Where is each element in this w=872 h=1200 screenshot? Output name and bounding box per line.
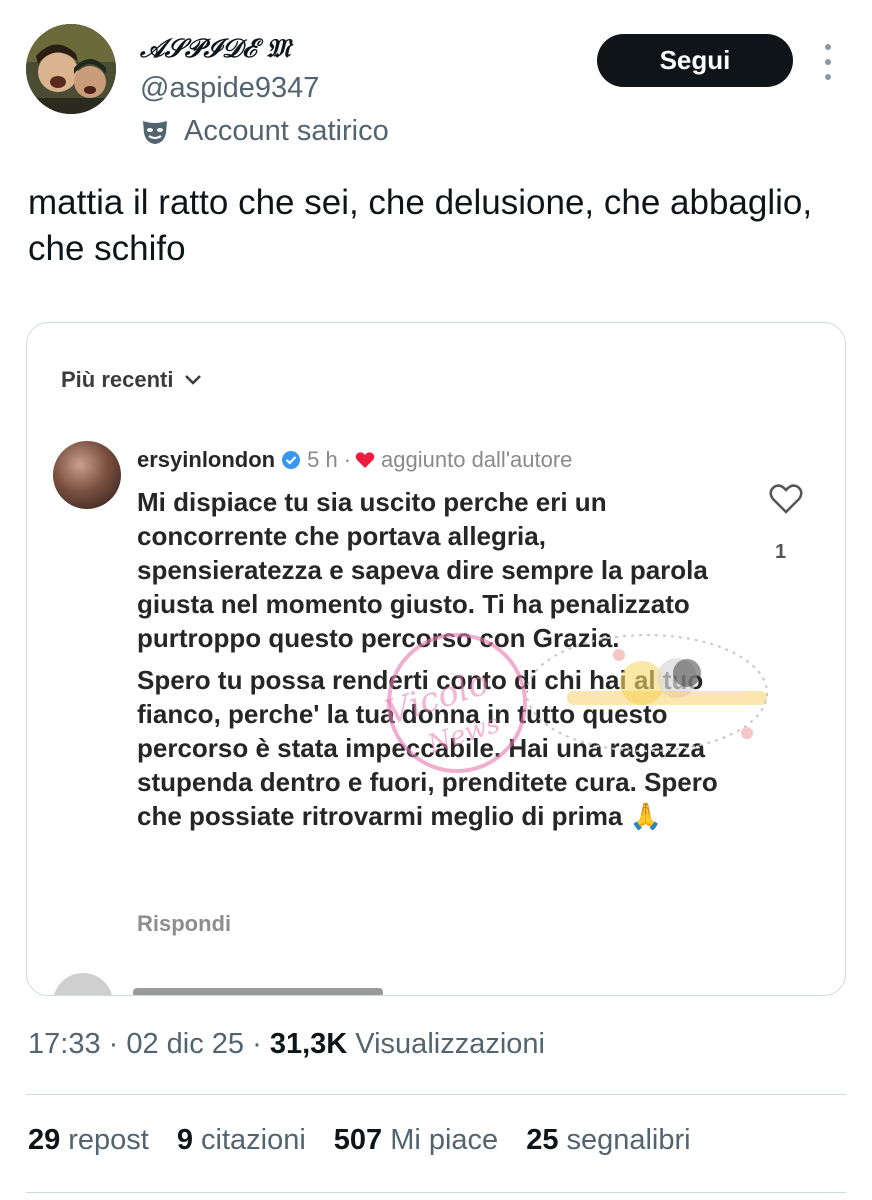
divider bbox=[26, 1094, 846, 1095]
commenter-avatar bbox=[53, 441, 121, 509]
tweet-media-image[interactable]: Più recenti ersyinlondon 5 h · aggiunto … bbox=[26, 322, 846, 996]
divider bbox=[26, 1192, 846, 1193]
tweet-metadata: 17:33 · 02 dic 25 · 31,3K Visualizzazion… bbox=[28, 1028, 545, 1061]
meta-separator: · bbox=[244, 1028, 270, 1060]
satire-account-badge: Account satirico bbox=[140, 115, 389, 148]
comment-separator: · bbox=[343, 447, 352, 472]
comment-paragraph-2: Spero tu possa renderti conto di chi hai… bbox=[137, 665, 718, 831]
reposts-label: repost bbox=[68, 1124, 149, 1156]
badge-label: Account satirico bbox=[184, 115, 389, 147]
engagement-stats: 29 repost 9 citazioni 507 Mi piace 25 segnal… bbox=[28, 1124, 691, 1157]
tweet-date[interactable]: 02 dic 25 bbox=[126, 1028, 244, 1060]
author-handle[interactable]: @aspide9347 bbox=[140, 72, 319, 105]
heart-outline-icon bbox=[769, 484, 803, 514]
quotes-count: 9 bbox=[176, 1124, 194, 1156]
comment-meta: ersyinlondon 5 h · aggiunto dall'autore bbox=[137, 447, 572, 473]
likes-label: Mi piace bbox=[390, 1124, 499, 1156]
theater-mask-icon bbox=[143, 120, 167, 144]
tweet-time[interactable]: 17:33 bbox=[28, 1028, 101, 1060]
tweet-text: mattia il ratto che sei, che delusione, … bbox=[28, 183, 813, 268]
reply-link: Rispondi bbox=[137, 911, 232, 936]
author-liked-tag: aggiunto dall'autore bbox=[381, 447, 573, 472]
author-avatar[interactable] bbox=[26, 24, 116, 114]
commenter-username: ersyinlondon bbox=[137, 447, 276, 472]
reposts-stat[interactable]: 29 repost bbox=[28, 1124, 149, 1157]
comment-time: 5 h bbox=[307, 447, 338, 472]
follow-button[interactable]: Segui bbox=[597, 34, 793, 87]
chevron-down-icon bbox=[185, 375, 202, 385]
views-label: Visualizzazioni bbox=[355, 1028, 545, 1060]
views-count: 31,3K bbox=[269, 1028, 348, 1060]
comment-body: Mi dispiace tu sia uscito perche eri un … bbox=[137, 485, 727, 833]
reposts-count: 29 bbox=[28, 1124, 61, 1156]
next-comment-partial bbox=[53, 973, 453, 995]
bookmarks-count: 25 bbox=[526, 1124, 559, 1156]
sort-label: Più recenti bbox=[61, 367, 174, 392]
heart-icon bbox=[355, 452, 375, 468]
quotes-stat[interactable]: 9 citazioni bbox=[177, 1124, 306, 1157]
meta-separator: · bbox=[100, 1028, 127, 1060]
bookmarks-label: segnalibri bbox=[566, 1124, 691, 1156]
quotes-label: citazioni bbox=[201, 1124, 306, 1156]
likes-stat[interactable]: 507 Mi piace bbox=[334, 1124, 498, 1157]
likes-count: 507 bbox=[333, 1124, 383, 1156]
verified-badge-icon bbox=[282, 451, 301, 469]
comment-like-count: 1 bbox=[775, 541, 787, 563]
bookmarks-stat[interactable]: 25 segnalibri bbox=[526, 1124, 690, 1157]
more-vertical-icon[interactable] bbox=[818, 44, 838, 80]
sort-dropdown: Più recenti bbox=[61, 367, 202, 393]
author-display-name[interactable]: 𝒜𝒮𝒫ℐ𝒟ℰ 𝔐 bbox=[140, 34, 290, 65]
comment-paragraph-1: Mi dispiace tu sia uscito perche eri un … bbox=[137, 487, 708, 653]
